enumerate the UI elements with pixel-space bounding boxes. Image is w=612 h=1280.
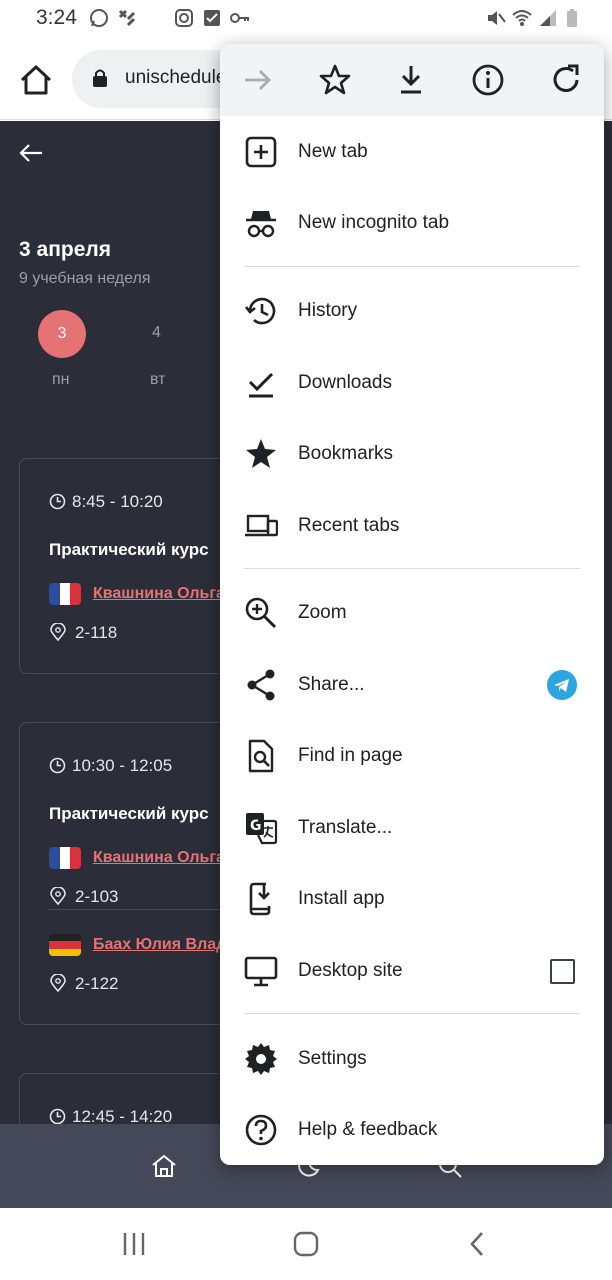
new-tab-icon bbox=[245, 136, 277, 168]
recent-tabs-devices-icon bbox=[245, 514, 278, 537]
key-icon bbox=[230, 13, 249, 23]
telegram-icon[interactable] bbox=[547, 670, 577, 700]
menu-item-settings[interactable]: Settings bbox=[220, 1025, 604, 1093]
menu-item-label: New incognito tab bbox=[298, 212, 450, 233]
lesson-time: 8:45 - 10:20 bbox=[72, 492, 163, 511]
checkbox-notification-icon bbox=[204, 10, 220, 26]
nav-home-icon[interactable] bbox=[150, 1152, 178, 1180]
day-number[interactable]: 4 bbox=[152, 324, 161, 342]
flag-germany-icon bbox=[49, 934, 81, 956]
lesson-title: Практический курс bbox=[49, 804, 209, 823]
whatsapp-icon bbox=[90, 9, 108, 27]
help-icon bbox=[245, 1114, 277, 1146]
settings-gear-icon bbox=[245, 1043, 277, 1075]
menu-item-new-tab[interactable]: New tab bbox=[220, 118, 604, 186]
home-button[interactable] bbox=[18, 62, 54, 98]
menu-item-label: Bookmarks bbox=[298, 443, 394, 464]
menu-item-label: Settings bbox=[298, 1048, 367, 1069]
back-arrow-icon[interactable] bbox=[18, 140, 44, 166]
forward-icon[interactable] bbox=[240, 62, 276, 98]
url-text[interactable]: unischedule bbox=[125, 67, 220, 89]
flag-france-icon bbox=[49, 847, 81, 869]
battery-icon bbox=[567, 9, 577, 27]
clock-icon bbox=[49, 1108, 66, 1125]
menu-item-label: New tab bbox=[298, 141, 368, 162]
zoom-icon bbox=[245, 597, 277, 629]
room-number: 2-122 bbox=[75, 974, 119, 993]
date-title: 3 апреля bbox=[19, 238, 111, 261]
menu-item-bookmarks[interactable]: Bookmarks bbox=[220, 420, 604, 488]
teacher-link[interactable]: Баах Юлия Влад bbox=[93, 936, 226, 954]
menu-divider bbox=[244, 266, 580, 267]
location-pin-icon bbox=[50, 974, 66, 992]
incognito-icon bbox=[246, 211, 276, 238]
downloads-check-icon bbox=[248, 372, 274, 398]
bookmarks-star-icon bbox=[246, 439, 276, 468]
translate-icon: G bbox=[246, 813, 278, 845]
location-pin-icon bbox=[50, 623, 66, 641]
lesson-time: 10:30 - 12:05 bbox=[72, 756, 173, 775]
menu-item-downloads[interactable]: Downloads bbox=[220, 349, 604, 417]
menu-item-label: Share... bbox=[298, 674, 365, 695]
menu-item-install-app[interactable]: Install app bbox=[220, 865, 604, 933]
desktop-site-checkbox[interactable] bbox=[550, 959, 575, 984]
status-time: 3:24 bbox=[36, 6, 77, 29]
day-selected[interactable]: 3 bbox=[38, 310, 86, 358]
menu-item-label: Help & feedback bbox=[298, 1119, 438, 1140]
room-number: 2-118 bbox=[75, 623, 118, 642]
day-name: пн bbox=[52, 371, 70, 388]
menu-divider bbox=[244, 568, 580, 569]
mute-icon bbox=[488, 11, 506, 25]
teacher-link[interactable]: Квашнина Ольга bbox=[93, 585, 225, 603]
room-number: 2-103 bbox=[75, 887, 119, 906]
install-app-icon bbox=[249, 882, 271, 916]
menu-item-label: History bbox=[298, 300, 358, 321]
reload-icon[interactable] bbox=[548, 62, 584, 98]
menu-item-label: Translate... bbox=[298, 817, 393, 838]
find-in-page-icon bbox=[248, 739, 274, 773]
menu-item-zoom[interactable]: Zoom bbox=[220, 579, 604, 647]
desktop-monitor-icon bbox=[244, 956, 278, 987]
week-label: 9 учебная неделя bbox=[19, 270, 151, 287]
menu-item-label: Zoom bbox=[298, 602, 347, 623]
history-icon bbox=[244, 297, 276, 325]
menu-item-share[interactable]: Share... bbox=[220, 651, 604, 719]
signal-icon bbox=[540, 10, 556, 26]
menu-divider bbox=[244, 1013, 580, 1014]
wifi-icon bbox=[512, 10, 532, 26]
location-pin-icon bbox=[50, 887, 66, 905]
menu-item-history[interactable]: History bbox=[220, 277, 604, 345]
lesson-title: Практический курс bbox=[49, 540, 209, 559]
menu-item-find-in-page[interactable]: Find in page bbox=[220, 722, 604, 790]
download-icon[interactable] bbox=[393, 62, 429, 98]
menu-item-recent-tabs[interactable]: Recent tabs bbox=[220, 492, 604, 560]
teacher-divider bbox=[49, 909, 221, 910]
menu-item-label: Install app bbox=[298, 888, 385, 909]
menu-item-label: Downloads bbox=[298, 372, 392, 393]
overflow-menu: New tab New incognito tab History Downlo… bbox=[220, 44, 604, 1165]
clock-icon bbox=[49, 757, 66, 774]
clock-icon bbox=[49, 493, 66, 510]
notification-icon bbox=[118, 9, 136, 27]
lock-icon bbox=[93, 69, 107, 87]
menu-item-label: Recent tabs bbox=[298, 515, 400, 536]
teacher-link[interactable]: Квашнина Ольга bbox=[93, 849, 225, 867]
home-nav-icon[interactable] bbox=[292, 1230, 320, 1258]
menu-item-new-incognito-tab[interactable]: New incognito tab bbox=[220, 189, 604, 257]
recent-apps-icon[interactable] bbox=[120, 1231, 148, 1257]
info-icon[interactable] bbox=[470, 62, 506, 98]
menu-item-label: Find in page bbox=[298, 745, 403, 766]
menu-item-help-feedback[interactable]: Help & feedback bbox=[220, 1096, 604, 1164]
menu-item-desktop-site[interactable]: Desktop site bbox=[220, 937, 604, 1005]
share-icon bbox=[247, 669, 275, 701]
flag-france-icon bbox=[49, 583, 81, 605]
menu-item-translate[interactable]: G Translate... bbox=[220, 794, 604, 862]
day-name: вт bbox=[150, 371, 166, 388]
menu-item-label: Desktop site bbox=[298, 960, 403, 981]
instagram-icon bbox=[175, 9, 193, 27]
back-nav-icon[interactable] bbox=[466, 1230, 488, 1258]
bookmark-star-icon[interactable] bbox=[317, 62, 353, 98]
